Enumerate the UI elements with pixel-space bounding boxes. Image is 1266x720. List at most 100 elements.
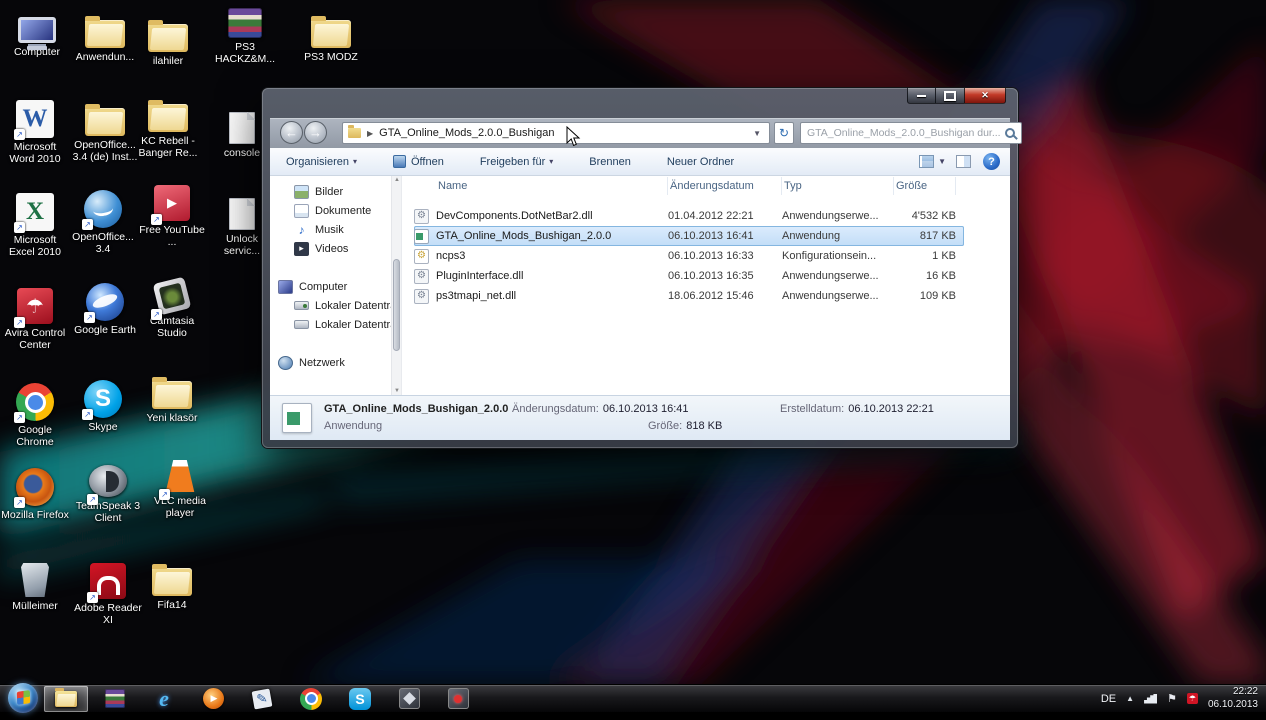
config-icon — [414, 249, 429, 264]
desktop-icon-word[interactable]: Microsoft Word 2010 — [1, 100, 69, 166]
title-bar[interactable] — [262, 88, 1018, 118]
sidebar-item-netzwerk[interactable]: Netzwerk — [270, 353, 391, 372]
sidebar-item-videos[interactable]: Videos — [270, 239, 391, 258]
desktop-icon-muelleimer[interactable]: Mülleimer — [1, 563, 69, 612]
hidden-icons-arrow-icon[interactable]: ▲ — [1126, 694, 1134, 703]
column-aenderungsdatum[interactable]: Änderungsdatum — [668, 177, 782, 195]
dll-icon — [414, 269, 429, 284]
details-modified: Änderungsdatum:06.10.2013 16:41 — [512, 403, 688, 415]
docs-icon — [294, 204, 309, 218]
windows-logo-icon — [16, 690, 29, 705]
file-size: 4'532 KB — [894, 210, 956, 222]
taskbar-camtasia-recorder[interactable] — [436, 686, 480, 712]
desktop-icon-teamspeak[interactable]: TeamSpeak 3 Client — [74, 465, 142, 525]
search-box[interactable] — [800, 122, 1022, 144]
desktop-icon-camtasia[interactable]: Camtasia Studio — [138, 280, 206, 340]
search-input[interactable] — [807, 127, 1005, 139]
back-icon[interactable] — [280, 121, 303, 144]
taskbar-internet-explorer[interactable] — [142, 686, 186, 712]
desktop-icon-openoffice-installer[interactable]: OpenOffice... 3.4 (de) Inst... — [71, 100, 139, 164]
desktop-icon-fifa14[interactable]: Fifa14 — [138, 560, 206, 611]
toolbar-organisieren[interactable]: Organisieren — [276, 151, 367, 173]
desktop-icon-adobe-reader[interactable]: Adobe Reader XI — [74, 563, 142, 627]
toolbar-neuer-ordner[interactable]: Neuer Ordner — [657, 151, 744, 173]
tb-skype-icon — [349, 688, 371, 710]
file-row-plugininterface[interactable]: PluginInterface.dll 06.10.2013 16:35 Anw… — [414, 266, 964, 286]
clock[interactable]: 22:22 06.10.2013 — [1208, 686, 1258, 711]
language-indicator[interactable]: DE — [1101, 693, 1116, 705]
column-name[interactable]: Name — [414, 177, 668, 195]
desktop-icon-avira[interactable]: Avira Control Center — [1, 288, 69, 352]
avira-tray-icon[interactable] — [1187, 693, 1198, 704]
taskbar-chrome[interactable] — [289, 686, 333, 712]
help-icon[interactable] — [983, 153, 1000, 170]
desktop-icon-firefox[interactable]: Mozilla Firefox — [1, 468, 69, 521]
file-row-ncps3[interactable]: ncps3 06.10.2013 16:33 Konfigurationsein… — [414, 246, 964, 266]
video-icon — [294, 242, 309, 256]
file-name: ncps3 — [436, 250, 668, 262]
forward-icon[interactable] — [304, 121, 327, 144]
taskbar-media-player[interactable] — [191, 686, 235, 712]
close-button[interactable] — [964, 88, 1006, 104]
file-row-ps3tmapi[interactable]: ps3tmapi_net.dll 18.06.2012 15:46 Anwend… — [414, 286, 964, 306]
change-view-icon[interactable] — [919, 155, 934, 168]
toolbar-brennen[interactable]: Brennen — [579, 151, 641, 173]
toolbar-oeffnen[interactable]: Öffnen — [383, 151, 454, 173]
sidebar-item-musik[interactable]: Musik — [270, 220, 391, 239]
taskbar-editor[interactable] — [240, 686, 284, 712]
network-icon — [278, 356, 293, 370]
maximize-button[interactable] — [936, 88, 964, 104]
address-dropdown-icon[interactable]: ▼ — [750, 129, 764, 138]
toolbar-button-label: Öffnen — [411, 156, 444, 168]
sidebar-scrollbar[interactable]: ▲ ▼ — [391, 176, 401, 395]
desktop-icon-vlc[interactable]: VLC media player — [146, 460, 214, 520]
sidebar-item-computer[interactable]: Computer — [270, 277, 391, 296]
taskbar-explorer[interactable] — [44, 686, 88, 712]
desktop-icon-excel[interactable]: Microsoft Excel 2010 — [1, 193, 69, 259]
address-bar[interactable]: ▶ GTA_Online_Mods_2.0.0_Bushigan ▼ — [342, 122, 770, 144]
view-dropdown-icon[interactable]: ▼ — [938, 157, 946, 166]
column-typ[interactable]: Typ — [782, 177, 894, 195]
dll-icon — [414, 289, 429, 304]
desktop-icon-free-youtube[interactable]: Free YouTube ... — [138, 185, 206, 249]
desktop-icon-label: Skype — [69, 421, 137, 433]
desktop-icon-skype[interactable]: Skype — [69, 380, 137, 433]
desktop-icon-anwendungen[interactable]: Anwendun... — [71, 12, 139, 63]
preview-pane-icon[interactable] — [956, 155, 971, 168]
network-icon[interactable] — [1144, 694, 1157, 704]
desktop-icon-ps3-modz[interactable]: PS3 MODZ — [297, 12, 365, 63]
desktop-icon-kc-rebell[interactable]: KC Rebell - Banger Re... — [134, 96, 202, 160]
start-button[interactable] — [8, 683, 38, 713]
desktop-icon-ps3-hackz[interactable]: PS3 HACKZ&M... — [211, 8, 279, 66]
folder-icon — [348, 128, 361, 138]
desktop-icon-google-earth[interactable]: Google Earth — [71, 283, 139, 336]
column-groesse[interactable]: Größe — [894, 177, 956, 195]
desktop-icon-yeni-klasor[interactable]: Yeni klasör — [138, 373, 206, 424]
desktop-icon-label: Microsoft Excel 2010 — [1, 234, 69, 259]
desktop-icon-label: Microsoft Word 2010 — [1, 141, 69, 166]
toolbar-right: ▼ — [919, 153, 1010, 170]
sidebar-item-lokaler-datentraeger-2[interactable]: Lokaler Datenträg — [270, 315, 391, 334]
dll-icon — [414, 209, 429, 224]
scrollbar-thumb[interactable] — [393, 259, 400, 351]
folder-icon — [311, 20, 351, 48]
desktop-icon-computer[interactable]: Computer — [3, 12, 71, 58]
taskbar-camtasia[interactable] — [387, 686, 431, 712]
minimize-button[interactable] — [907, 88, 936, 104]
sidebar-item-bilder[interactable]: Bilder — [270, 182, 391, 201]
sidebar-item-lokaler-datentraeger-1[interactable]: Lokaler Datenträg — [270, 296, 391, 315]
sidebar-item-label: Computer — [299, 281, 347, 293]
toolbar-freigeben[interactable]: Freigeben für — [470, 151, 563, 173]
file-row-devcomponents[interactable]: DevComponents.DotNetBar2.dll 01.04.2012 … — [414, 206, 964, 226]
taskbar-skype[interactable] — [338, 686, 382, 712]
desktop-icon-openoffice[interactable]: OpenOffice... 3.4 — [69, 190, 137, 256]
sidebar-item-label: Musik — [315, 224, 344, 236]
refresh-icon[interactable]: ↻ — [774, 122, 794, 144]
desktop-icon-chrome[interactable]: Google Chrome — [1, 383, 69, 449]
desktop-icon-label: OpenOffice... 3.4 — [69, 231, 137, 256]
sidebar-item-dokumente[interactable]: Dokumente — [270, 201, 391, 220]
taskbar-winrar[interactable] — [93, 686, 137, 712]
file-row-gta-online-mods[interactable]: GTA_Online_Mods_Bushigan_2.0.0 06.10.201… — [414, 226, 964, 246]
desktop-icon-ilahiler[interactable]: ilahiler — [134, 16, 202, 67]
action-center-flag-icon[interactable]: ⚑ — [1167, 692, 1177, 705]
